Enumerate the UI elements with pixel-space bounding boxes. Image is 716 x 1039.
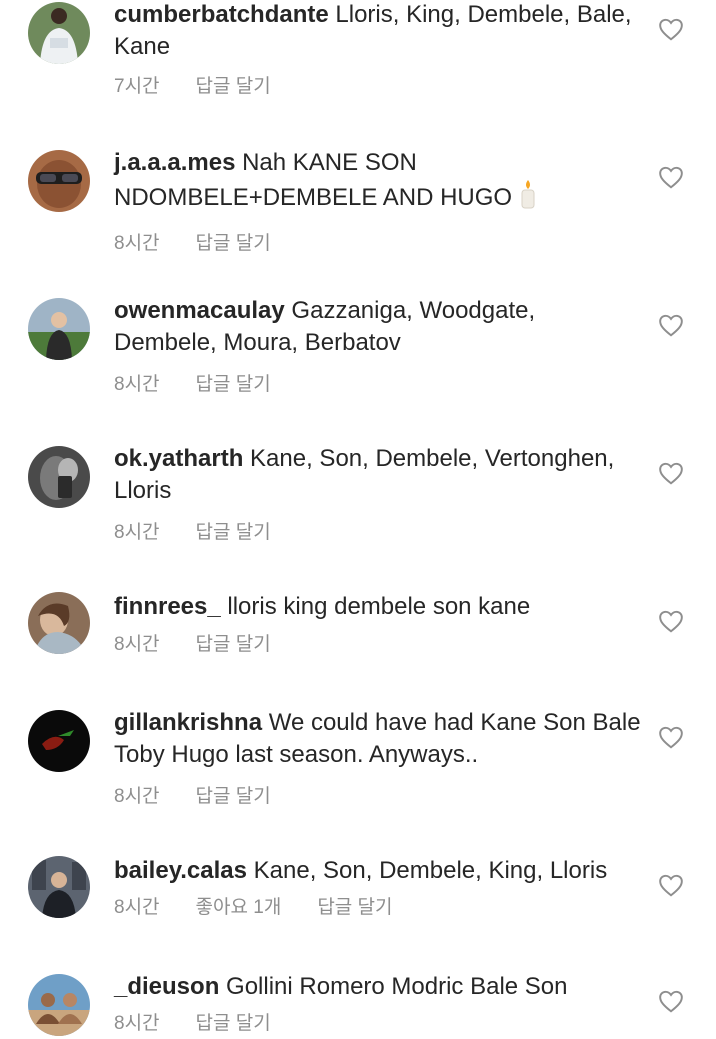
comment-username[interactable]: owenmacaulay bbox=[114, 297, 285, 324]
heart-outline-icon[interactable] bbox=[658, 165, 684, 189]
comment-meta: 8시간 답글 달기 bbox=[114, 232, 644, 256]
heart-outline-icon[interactable] bbox=[658, 17, 684, 41]
comment-text: bailey.calas Kane, Son, Dembele, King, L… bbox=[114, 855, 644, 887]
reply-button[interactable]: 답글 달기 bbox=[196, 75, 271, 99]
comment-username[interactable]: cumberbatchdante bbox=[114, 1, 329, 28]
comment-meta: 8시간 답글 달기 bbox=[114, 373, 644, 397]
reply-button[interactable]: 답글 달기 bbox=[196, 373, 271, 397]
avatar[interactable] bbox=[28, 856, 90, 918]
comment-body: gillankrishna We could have had Kane Son… bbox=[114, 707, 644, 809]
candle-emoji-icon bbox=[518, 179, 538, 218]
comment-time: 8시간 bbox=[114, 897, 160, 918]
comment-meta: 8시간 답글 달기 bbox=[114, 1012, 644, 1036]
comment-username[interactable]: finnrees_ bbox=[114, 593, 221, 620]
comment-body: cumberbatchdante Lloris, King, Dembele, … bbox=[114, 0, 644, 99]
comment-meta: 8시간 답글 달기 bbox=[114, 633, 644, 657]
comment-username[interactable]: bailey.calas bbox=[114, 857, 247, 884]
comment-username[interactable]: j.a.a.a.mes bbox=[114, 149, 235, 176]
reply-button[interactable]: 답글 달기 bbox=[196, 521, 271, 545]
comment-text: j.a.a.a.mes Nah KANE SON NDOMBELE+DEMBEL… bbox=[114, 147, 644, 218]
comment-time: 8시간 bbox=[114, 522, 160, 543]
reply-button[interactable]: 답글 달기 bbox=[196, 785, 271, 809]
heart-outline-icon[interactable] bbox=[658, 313, 684, 337]
avatar[interactable] bbox=[28, 150, 90, 212]
avatar[interactable] bbox=[28, 2, 90, 64]
comment-text: ok.yatharth Kane, Son, Dembele, Vertongh… bbox=[114, 443, 644, 507]
reply-button[interactable]: 답글 달기 bbox=[196, 633, 271, 657]
comment-meta: 8시간 답글 달기 bbox=[114, 785, 644, 809]
comment-username[interactable]: _dieuson bbox=[114, 973, 219, 1000]
comment-time: 7시간 bbox=[114, 76, 160, 97]
comment-meta: 8시간 좋아요 1개 답글 달기 bbox=[114, 896, 644, 920]
avatar[interactable] bbox=[28, 298, 90, 360]
comment-username[interactable]: gillankrishna bbox=[114, 709, 262, 736]
comment-text: owenmacaulay Gazzaniga, Woodgate, Dembel… bbox=[114, 295, 644, 359]
comment-time: 8시간 bbox=[114, 786, 160, 807]
comment-body: owenmacaulay Gazzaniga, Woodgate, Dembel… bbox=[114, 295, 644, 397]
comment-body: finnrees_ lloris king dembele son kane 8… bbox=[114, 591, 644, 657]
comment-meta: 7시간 답글 달기 bbox=[114, 75, 644, 99]
comment-body: bailey.calas Kane, Son, Dembele, King, L… bbox=[114, 855, 644, 920]
comment-time: 8시간 bbox=[114, 634, 160, 655]
comment-text: gillankrishna We could have had Kane Son… bbox=[114, 707, 644, 771]
heart-outline-icon[interactable] bbox=[658, 989, 684, 1013]
comment-body: _dieuson Gollini Romero Modric Bale Son … bbox=[114, 971, 644, 1036]
heart-outline-icon[interactable] bbox=[658, 461, 684, 485]
heart-outline-icon[interactable] bbox=[658, 873, 684, 897]
heart-outline-icon[interactable] bbox=[658, 725, 684, 749]
avatar[interactable] bbox=[28, 974, 90, 1036]
comment-content: lloris king dembele son kane bbox=[227, 593, 531, 620]
comment-content: Kane, Son, Dembele, King, Lloris bbox=[253, 857, 608, 884]
avatar[interactable] bbox=[28, 710, 90, 772]
likes-count[interactable]: 좋아요 1개 bbox=[196, 896, 282, 920]
reply-button[interactable]: 답글 달기 bbox=[317, 896, 392, 920]
comment-time: 8시간 bbox=[114, 233, 160, 254]
avatar[interactable] bbox=[28, 446, 90, 508]
comment-body: j.a.a.a.mes Nah KANE SON NDOMBELE+DEMBEL… bbox=[114, 147, 644, 256]
comment-meta: 8시간 답글 달기 bbox=[114, 521, 644, 545]
heart-outline-icon[interactable] bbox=[658, 609, 684, 633]
avatar[interactable] bbox=[28, 592, 90, 654]
comment-text: cumberbatchdante Lloris, King, Dembele, … bbox=[114, 0, 644, 63]
comment-time: 8시간 bbox=[114, 1013, 160, 1034]
comment-text: finnrees_ lloris king dembele son kane bbox=[114, 591, 644, 623]
comment-body: ok.yatharth Kane, Son, Dembele, Vertongh… bbox=[114, 443, 644, 545]
comment-username[interactable]: ok.yatharth bbox=[114, 445, 243, 472]
comment-content: Gollini Romero Modric Bale Son bbox=[226, 973, 568, 1000]
comment-time: 8시간 bbox=[114, 374, 160, 395]
reply-button[interactable]: 답글 달기 bbox=[196, 232, 271, 256]
reply-button[interactable]: 답글 달기 bbox=[196, 1012, 271, 1036]
comment-text: _dieuson Gollini Romero Modric Bale Son bbox=[114, 971, 644, 1003]
